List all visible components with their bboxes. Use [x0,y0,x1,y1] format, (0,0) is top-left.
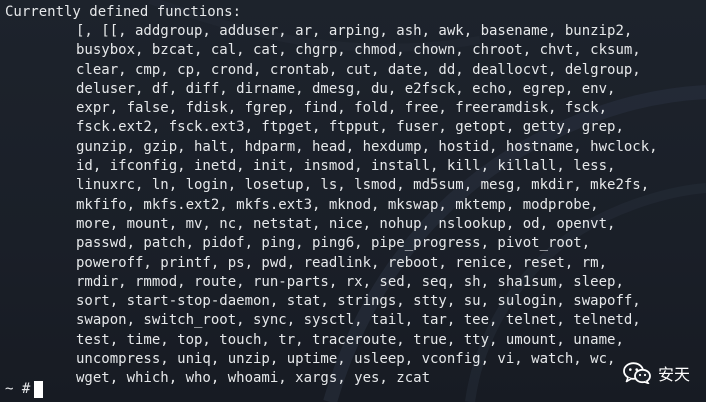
function-line: swapon, switch_root, sync, sysctl, tail,… [76,312,641,329]
function-line: deluser, df, diff, dirname, dmesg, du, e… [76,80,616,97]
watermark-text: 安天 [657,365,690,384]
function-line: test, time, top, touch, tr, traceroute, … [76,331,624,348]
text-cursor [34,381,44,398]
function-line: wget, which, who, whoami, xargs, yes, zc… [76,370,431,387]
shell-prompt-line[interactable]: ~ # [5,380,44,399]
function-line: mkfifo, mkfs.ext2, mkfs.ext3, mknod, mks… [76,196,599,213]
function-line: poweroff, printf, ps, pwd, readlink, reb… [76,254,608,271]
function-line: passwd, patch, pidof, ping, ping6, pipe_… [76,235,591,252]
watermark: 安天 [623,361,690,385]
function-line: clear, cmp, cp, crond, crontab, cut, dat… [76,61,641,78]
terminal-window[interactable]: Currently defined functions: [, [[, addg… [0,0,706,402]
function-line: uncompress, uniq, unzip, uptime, usleep,… [76,351,616,368]
function-line: more, mount, mv, nc, netstat, nice, nohu… [76,215,616,232]
function-line: rmdir, rmmod, route, run-parts, rx, sed,… [76,273,624,290]
function-line: gunzip, gzip, halt, hdparm, head, hexdum… [76,138,658,155]
function-line: sort, start-stop-daemon, stat, strings, … [76,293,641,310]
function-list: [, [[, addgroup, adduser, ar, arping, as… [76,22,658,389]
shell-prompt: ~ # [5,381,31,397]
function-line: [, [[, addgroup, adduser, ar, arping, as… [76,23,633,39]
functions-heading: Currently defined functions: [5,4,242,20]
function-line: id, ifconfig, inetd, init, insmod, insta… [76,158,616,175]
function-line: fsck.ext2, fsck.ext3, ftpget, ftpput, fu… [76,119,624,136]
function-line: linuxrc, ln, login, losetup, ls, lsmod, … [76,177,650,194]
function-line: expr, false, fdisk, fgrep, find, fold, f… [76,100,608,117]
function-line: busybox, bzcat, cal, cat, chgrp, chmod, … [76,42,641,59]
wechat-icon [623,362,651,384]
